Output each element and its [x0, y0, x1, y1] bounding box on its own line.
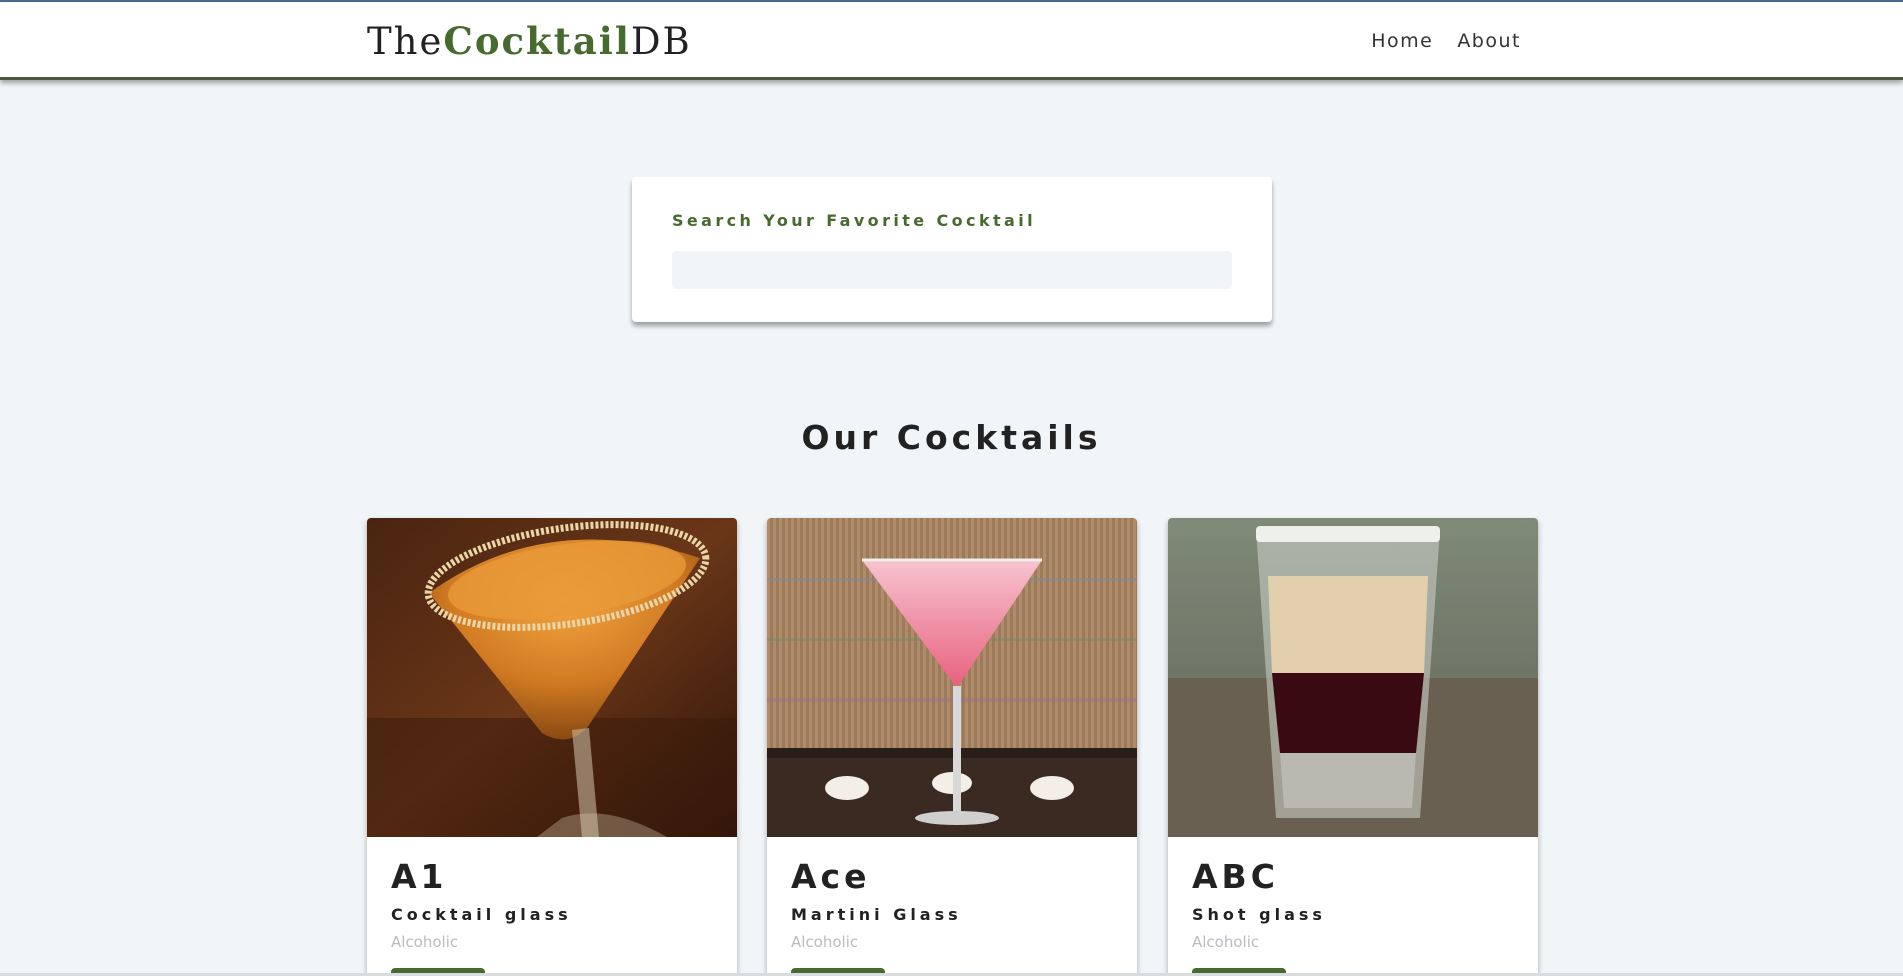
cocktail-info: Alcoholic — [391, 933, 459, 951]
cocktail-info: Alcoholic — [791, 933, 859, 951]
nav-link-home[interactable]: Home — [1371, 30, 1433, 52]
brand-suffix: DB — [630, 20, 692, 63]
cocktail-name: ABC — [1192, 857, 1279, 896]
search-label: Search Your Favorite Cocktail — [672, 211, 1036, 230]
orange-cocktail-glass-photo[interactable] — [367, 518, 737, 837]
cocktail-name: Ace — [791, 857, 871, 896]
section-title: Our Cocktails — [801, 418, 1102, 457]
nav-link-about[interactable]: About — [1457, 30, 1521, 52]
brand-highlight: Cocktail — [443, 19, 631, 63]
cocktail-card: Ace Martini Glass Alcoholic — [767, 518, 1137, 976]
cocktail-card: ABC Shot glass Alcoholic — [1168, 518, 1538, 976]
nav-links: Home About — [1371, 30, 1521, 52]
navbar: TheCocktailDB Home About — [0, 2, 1903, 80]
navbar-center: TheCocktailDB Home About — [367, 2, 1520, 80]
cocktail-glass: Cocktail glass — [391, 905, 572, 924]
card-footer: ABC Shot glass Alcoholic — [1192, 860, 1326, 951]
cocktail-glass: Martini Glass — [791, 905, 962, 924]
card-footer: A1 Cocktail glass Alcoholic — [391, 860, 572, 951]
cocktail-card: A1 Cocktail glass Alcoholic — [367, 518, 737, 976]
brand-prefix: The — [367, 20, 444, 63]
brand-logo[interactable]: TheCocktailDB — [367, 19, 692, 63]
layered-shot-glass-photo[interactable] — [1168, 518, 1538, 837]
cocktail-name: A1 — [391, 857, 448, 896]
pink-martini-photo[interactable] — [767, 518, 1137, 837]
search-input[interactable] — [672, 251, 1232, 289]
card-footer: Ace Martini Glass Alcoholic — [791, 860, 962, 951]
cocktail-info: Alcoholic — [1192, 933, 1260, 951]
search-form: Search Your Favorite Cocktail — [632, 177, 1272, 322]
cocktail-glass: Shot glass — [1192, 905, 1326, 924]
